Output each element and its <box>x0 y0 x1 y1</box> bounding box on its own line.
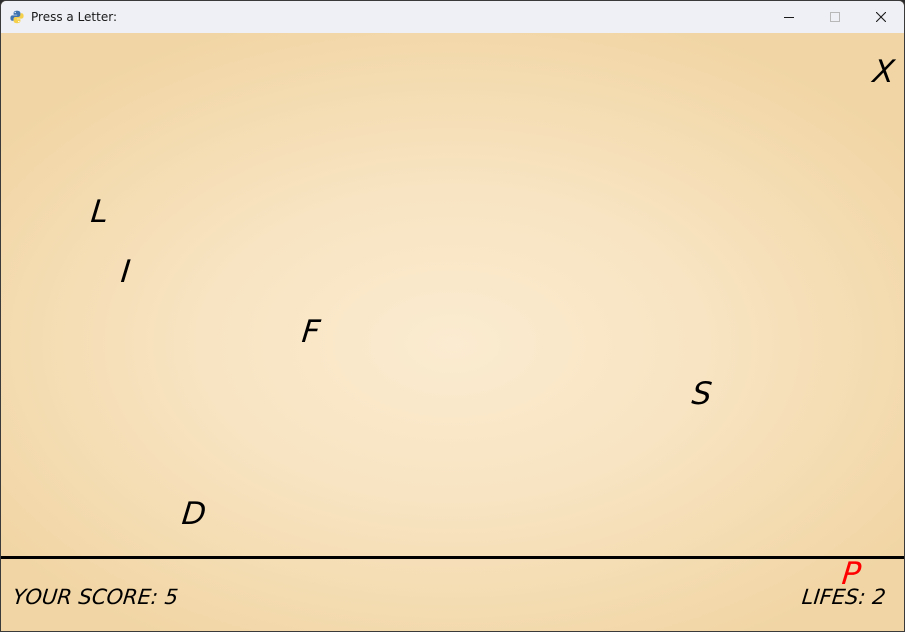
score-display: YOUR SCORE: 5 <box>11 585 180 609</box>
minimize-icon <box>784 17 794 18</box>
python-icon <box>10 10 24 24</box>
maximize-button[interactable] <box>812 1 858 33</box>
falling-letter: X <box>871 54 897 90</box>
falling-letter: S <box>690 376 714 412</box>
falling-letter: F <box>300 314 322 350</box>
window-title: Press a Letter: <box>31 10 117 24</box>
title-bar[interactable]: Press a Letter: <box>1 1 904 33</box>
game-area[interactable]: X L I F S D P YOUR SCORE: 5 LIFES: 2 <box>1 33 904 631</box>
close-icon <box>876 12 886 22</box>
minimize-button[interactable] <box>766 1 812 33</box>
ground-line <box>1 556 904 559</box>
game-window: Press a Letter: X L I F S D P YOUR SCORE… <box>0 0 905 632</box>
falling-letter: L <box>89 194 111 230</box>
falling-letter: I <box>119 254 133 290</box>
maximize-icon <box>830 12 840 22</box>
close-button[interactable] <box>858 1 904 33</box>
falling-letter: D <box>180 496 208 532</box>
lives-display: LIFES: 2 <box>800 585 887 609</box>
